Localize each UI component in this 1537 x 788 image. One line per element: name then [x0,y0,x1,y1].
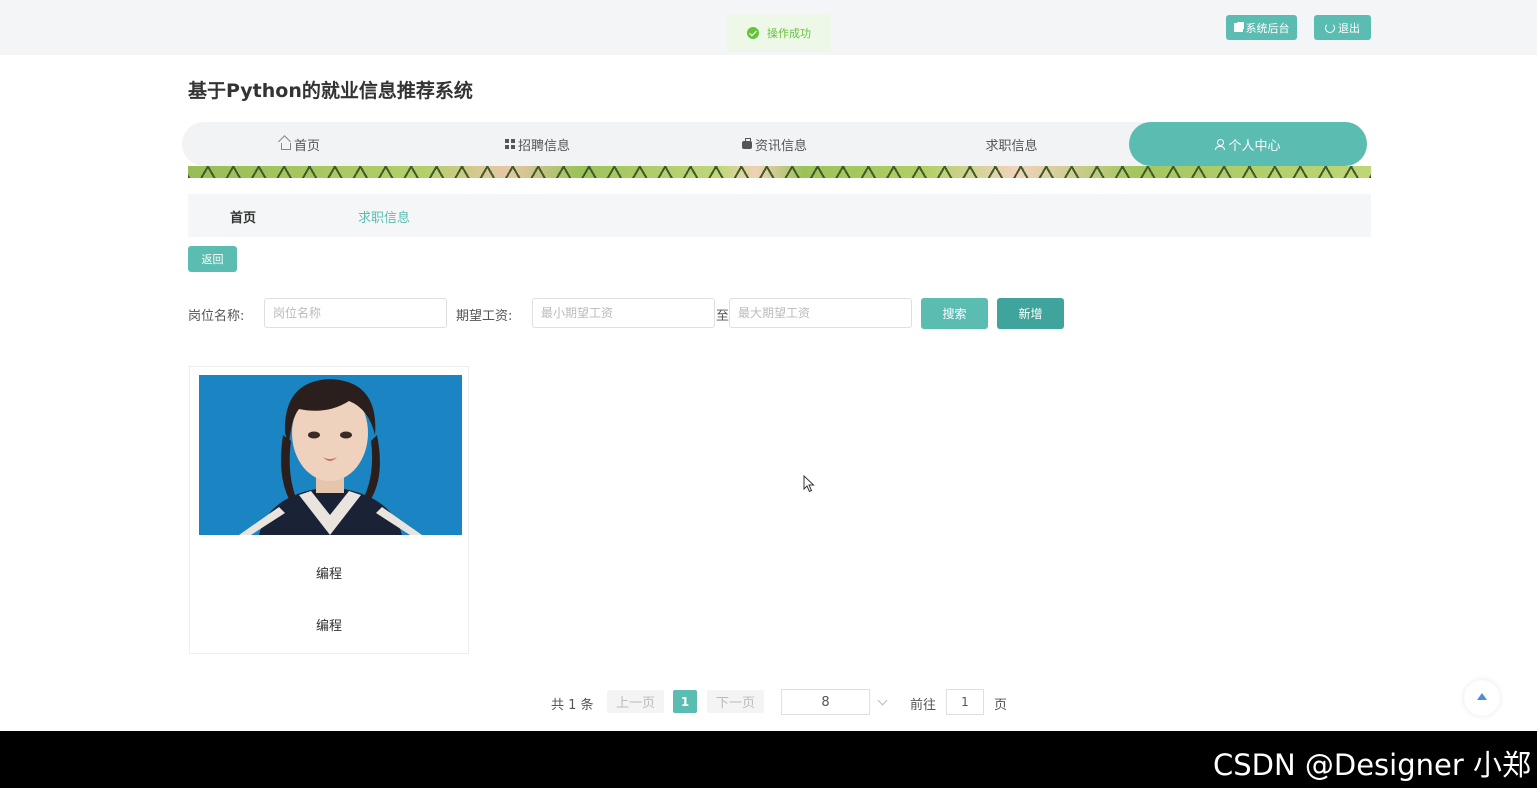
home-icon [280,142,291,150]
salary-label: 期望工资: [456,309,513,324]
max-salary-input[interactable] [729,298,912,328]
nav-item-label: 招聘信息 [517,138,570,154]
user-icon [1215,138,1226,150]
nav-item-label: 个人中心 [1228,138,1281,154]
nav-item-job-seeking[interactable]: 求职信息 [893,122,1130,166]
power-icon [1325,22,1335,33]
pagination-page-1[interactable]: 1 [673,690,697,713]
document-icon [1233,23,1243,32]
briefcase-icon [741,138,752,149]
nav-item-label: 求职信息 [985,138,1038,154]
site-title: 基于Python的就业信息推荐系统 [188,80,473,102]
search-button[interactable]: 搜索 [921,298,988,329]
nav-item-home[interactable]: 首页 [182,122,419,166]
main-nav: 首页 招聘信息 资讯信息 求职信息 个人中心 [182,122,1367,166]
breadcrumb-home[interactable]: 首页 [230,207,256,226]
salary-range-separator: 至 [716,309,730,324]
nav-item-recruitment[interactable]: 招聘信息 [419,122,656,166]
pagination-next-button[interactable]: 下一页 [707,690,764,713]
card-title: 编程 [315,567,342,582]
job-seeking-card[interactable]: 编程 编程 [189,366,469,654]
position-name-label: 岗位名称: [188,309,245,324]
position-name-input[interactable] [264,298,447,328]
nav-item-personal-center[interactable]: 个人中心 [1129,122,1367,166]
breadcrumb: 首页 求职信息 [188,194,1371,237]
nav-item-label: 资讯信息 [754,138,807,154]
system-admin-label: 系统后台 [1245,21,1290,35]
logout-label: 退出 [1338,21,1360,35]
pagination-page-label: 页 [994,698,1008,713]
add-button[interactable]: 新增 [997,298,1064,329]
pagination-total: 共 1 条 [551,698,594,713]
watermark-text: CSDN @Designer 小郑 [1212,748,1531,782]
chevron-down-icon [877,695,888,706]
logout-button[interactable]: 退出 [1314,15,1371,40]
banner-image [188,166,1371,178]
profile-photo [199,375,462,535]
check-circle-icon [747,27,759,39]
toast-text: 操作成功 [767,27,811,40]
success-toast: 操作成功 [727,14,831,52]
pagination-goto-label: 前往 [910,698,937,713]
pagination-goto-input[interactable] [946,689,984,715]
breadcrumb-current: 求职信息 [358,211,411,226]
back-button[interactable]: 返回 [188,246,237,272]
system-admin-button[interactable]: 系统后台 [1226,15,1297,40]
min-salary-input[interactable] [532,298,715,328]
card-subtitle: 编程 [315,619,342,634]
back-to-top-button[interactable] [1464,680,1500,716]
pagination-prev-button[interactable]: 上一页 [607,690,664,713]
grid-icon [504,139,515,149]
nav-item-news[interactable]: 资讯信息 [656,122,893,166]
nav-item-label: 首页 [293,138,320,154]
page-size-select[interactable]: 8 [781,689,870,715]
mouse-cursor-icon [803,475,815,493]
